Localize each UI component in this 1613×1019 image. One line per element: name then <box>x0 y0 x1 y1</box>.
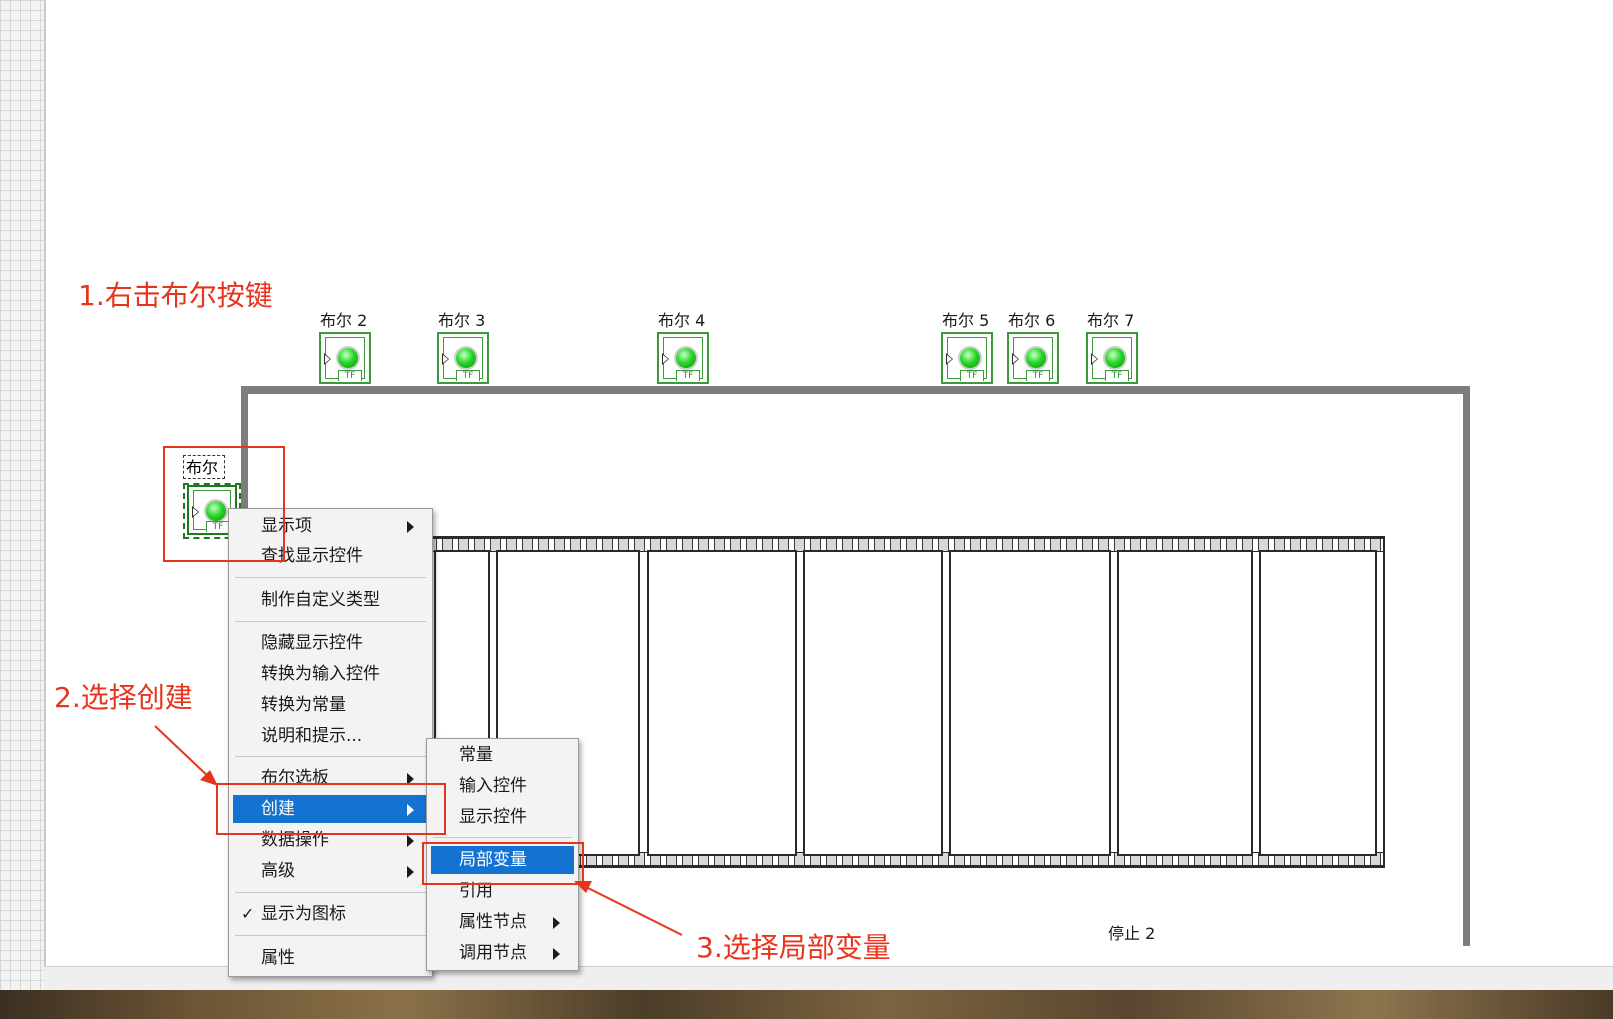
input-arrow-icon <box>662 353 669 365</box>
boolean-5-terminal[interactable]: TF <box>941 332 993 384</box>
submenu-arrow-icon <box>553 948 560 960</box>
desktop-taskbar-strip <box>0 990 1613 1019</box>
arrow-step3-icon <box>574 881 683 936</box>
submenu-arrow-icon <box>407 521 414 533</box>
boolean-3-terminal[interactable]: TF <box>437 332 489 384</box>
annotation-box-boolean <box>163 446 285 562</box>
led-icon <box>676 348 696 368</box>
menu-separator <box>235 756 426 757</box>
submenu-item-label: 常量 <box>459 745 493 765</box>
context-menu: 显示项 查找显示控件 制作自定义类型 隐藏显示控件 转换为输入控件 转换为常量 … <box>228 508 433 977</box>
boolean-3-label: 布尔 3 <box>438 311 486 330</box>
sequence-frame-5[interactable] <box>949 550 1111 856</box>
checkmark-icon: ✓ <box>241 904 255 923</box>
submenu-item-indicator[interactable]: 显示控件 <box>431 803 574 831</box>
submenu-item-label: 显示控件 <box>459 807 527 827</box>
submenu-arrow-icon <box>553 917 560 929</box>
menu-item-change-to-control[interactable]: 转换为输入控件 <box>233 660 428 688</box>
sequence-frame-7[interactable] <box>1259 550 1377 856</box>
boolean-7-terminal[interactable]: TF <box>1086 332 1138 384</box>
submenu-item-label: 调用节点 <box>459 943 527 963</box>
arrow-step2-icon <box>154 725 218 786</box>
menu-item-label: 显示为图标 <box>261 904 346 924</box>
menu-item-advanced[interactable]: 高级 <box>233 857 428 885</box>
boolean-2-label: 布尔 2 <box>320 311 368 330</box>
while-loop-right-border[interactable] <box>1463 386 1470 946</box>
led-icon <box>456 348 476 368</box>
submenu-item-label: 属性节点 <box>459 912 527 932</box>
tf-tag: TF <box>1105 370 1129 381</box>
block-diagram-grid-margin <box>0 0 46 990</box>
input-arrow-icon <box>1012 353 1019 365</box>
annotation-box-local-variable <box>422 842 584 885</box>
boolean-5-label: 布尔 5 <box>942 311 990 330</box>
led-icon <box>1026 348 1046 368</box>
submenu-item-constant[interactable]: 常量 <box>431 741 574 769</box>
boolean-4-terminal[interactable]: TF <box>657 332 709 384</box>
menu-item-make-typedef[interactable]: 制作自定义类型 <box>233 586 428 614</box>
boolean-7-label: 布尔 7 <box>1087 311 1135 330</box>
menu-separator <box>433 837 572 838</box>
sequence-frame-4[interactable] <box>803 550 943 856</box>
annotation-step2: 2.选择创建 <box>54 681 193 714</box>
sequence-frame-3[interactable] <box>647 550 797 856</box>
menu-item-label: 属性 <box>261 948 295 968</box>
boolean-6-label: 布尔 6 <box>1008 311 1056 330</box>
tf-tag: TF <box>960 370 984 381</box>
tf-tag: TF <box>676 370 700 381</box>
menu-item-description-tip[interactable]: 说明和提示... <box>233 722 428 750</box>
while-loop-top-border[interactable] <box>241 386 1470 394</box>
menu-item-label: 转换为常量 <box>261 695 346 715</box>
submenu-item-label: 输入控件 <box>459 776 527 796</box>
menu-item-label: 隐藏显示控件 <box>261 633 363 653</box>
menu-item-label: 制作自定义类型 <box>261 590 380 610</box>
submenu-arrow-icon <box>407 866 414 878</box>
submenu-item-property-node[interactable]: 属性节点 <box>431 908 574 936</box>
submenu-item-invoke-node[interactable]: 调用节点 <box>431 939 574 967</box>
stop-2-label: 停止 2 <box>1108 924 1156 943</box>
led-icon <box>338 348 358 368</box>
led-icon <box>1105 348 1125 368</box>
boolean-6-terminal[interactable]: TF <box>1007 332 1059 384</box>
menu-item-label: 高级 <box>261 861 295 881</box>
menu-item-view-as-icon[interactable]: ✓ 显示为图标 <box>233 900 428 928</box>
menu-item-label: 说明和提示... <box>261 726 363 746</box>
tf-tag: TF <box>338 370 362 381</box>
submenu-item-control[interactable]: 输入控件 <box>431 772 574 800</box>
led-icon <box>960 348 980 368</box>
annotation-box-create <box>216 783 446 835</box>
input-arrow-icon <box>324 353 331 365</box>
tf-tag: TF <box>456 370 480 381</box>
menu-separator <box>235 577 426 578</box>
sequence-frame-6[interactable] <box>1117 550 1253 856</box>
boolean-4-label: 布尔 4 <box>658 311 706 330</box>
submenu-arrow-icon <box>407 835 414 847</box>
menu-separator <box>235 935 426 936</box>
input-arrow-icon <box>442 353 449 365</box>
tf-tag: TF <box>1026 370 1050 381</box>
input-arrow-icon <box>1091 353 1098 365</box>
input-arrow-icon <box>946 353 953 365</box>
menu-item-hide-indicator[interactable]: 隐藏显示控件 <box>233 629 428 657</box>
boolean-2-terminal[interactable]: TF <box>319 332 371 384</box>
annotation-step1: 1.右击布尔按键 <box>78 279 273 312</box>
menu-item-label: 转换为输入控件 <box>261 664 380 684</box>
menu-separator <box>235 892 426 893</box>
menu-item-change-to-constant[interactable]: 转换为常量 <box>233 691 428 719</box>
annotation-step3: 3.选择局部变量 <box>696 931 891 964</box>
menu-separator <box>235 621 426 622</box>
menu-item-properties[interactable]: 属性 <box>233 944 428 972</box>
